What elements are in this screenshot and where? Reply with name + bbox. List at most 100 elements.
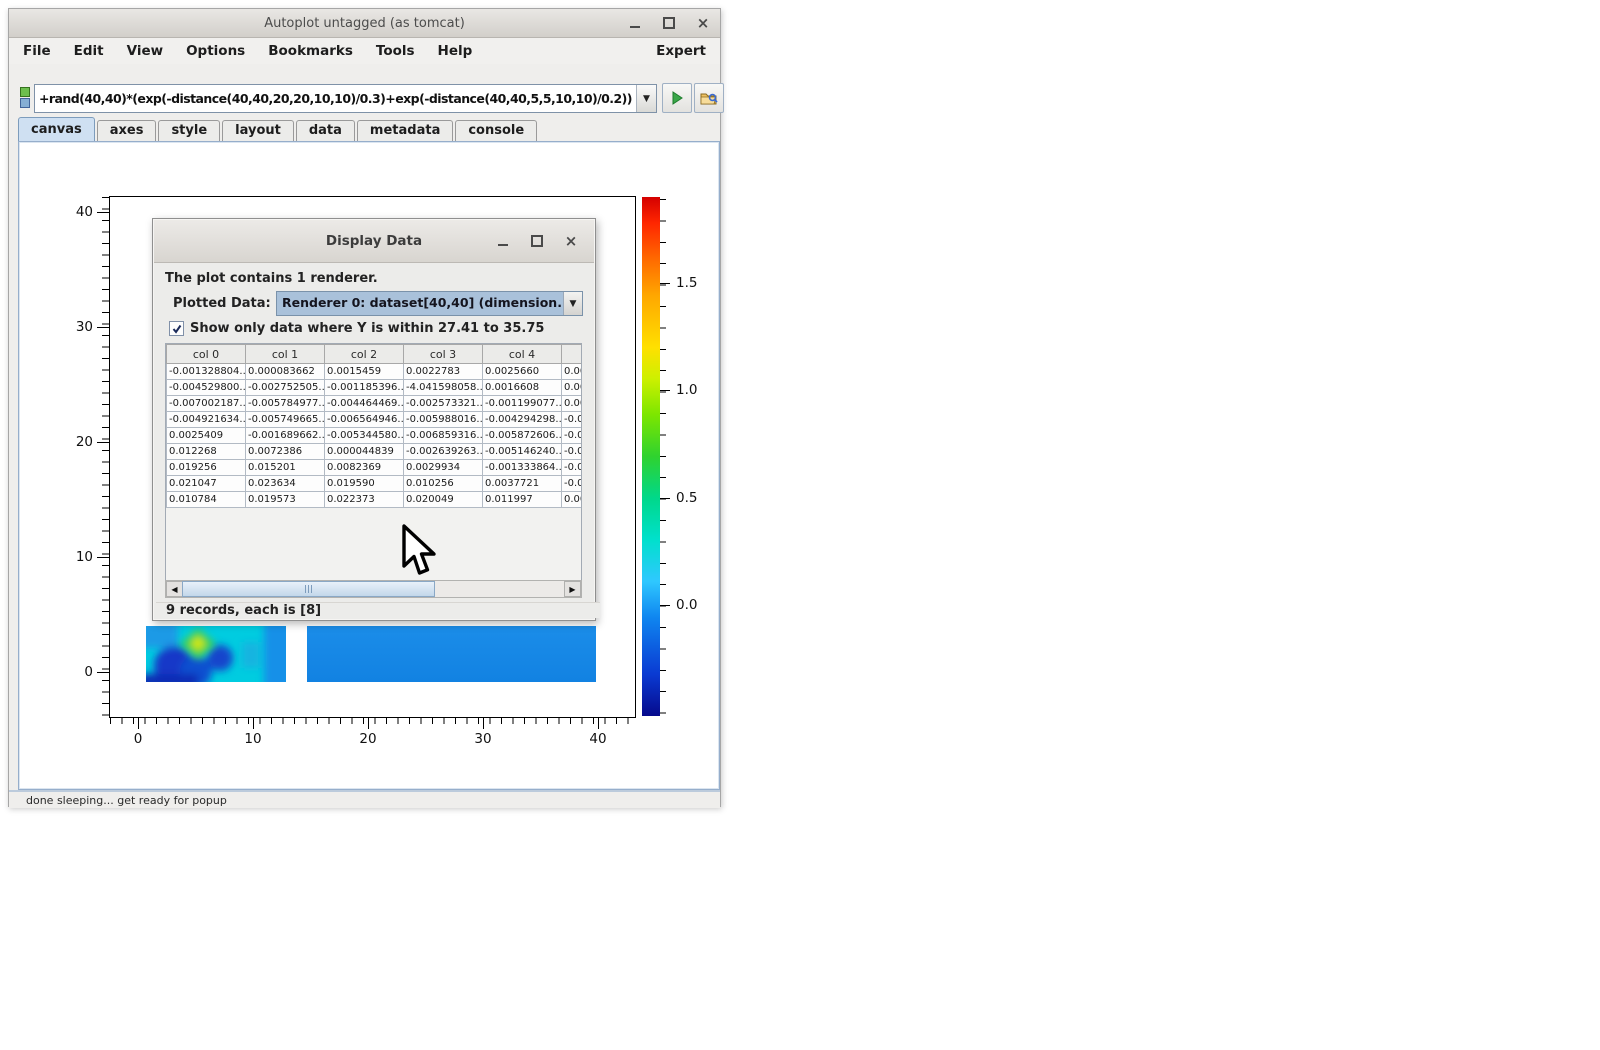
table-cell[interactable]: -0.005749665... (246, 412, 325, 428)
data-table-scrollpane[interactable]: col 0col 1col 2col 3col 4 -0.001328804..… (165, 343, 582, 582)
tab-data[interactable]: data (296, 120, 355, 141)
table-cell[interactable]: 0.021047 (167, 476, 246, 492)
table-col-header[interactable]: col 3 (404, 345, 483, 364)
menu-item-edit[interactable]: Edit (74, 43, 104, 59)
uri-dropdown-button[interactable]: ▼ (636, 85, 656, 112)
table-cell[interactable]: -0.005872606... (483, 428, 562, 444)
table-cell[interactable]: 0.022373 (325, 492, 404, 508)
scroll-right-icon[interactable]: ▶ (564, 581, 581, 597)
table-cell[interactable]: -0.005988016... (404, 412, 483, 428)
go-button[interactable] (662, 83, 692, 113)
table-cell[interactable]: -0.0 (562, 444, 583, 460)
table-cell[interactable]: 0.015201 (246, 460, 325, 476)
table-cell[interactable]: 0.0025409 (167, 428, 246, 444)
tab-style[interactable]: style (158, 120, 220, 141)
table-cell[interactable]: -0.005784977... (246, 396, 325, 412)
minimize-icon[interactable] (628, 16, 642, 30)
tab-layout[interactable]: layout (222, 120, 294, 141)
colorbar[interactable] (642, 197, 660, 716)
filter-checkbox[interactable] (169, 321, 184, 336)
mouse-cursor (401, 524, 437, 578)
table-cell[interactable]: -0.001333864... (483, 460, 562, 476)
table-cell[interactable]: -0.002752505... (246, 380, 325, 396)
table-cell[interactable]: 0.010784 (167, 492, 246, 508)
dialog-maximize-icon[interactable] (530, 234, 544, 248)
menu-item-bookmarks[interactable]: Bookmarks (268, 43, 353, 59)
table-col-header[interactable]: col 4 (483, 345, 562, 364)
table-cell[interactable]: 0.00 (562, 364, 583, 380)
browse-button[interactable] (694, 83, 724, 113)
table-cell[interactable]: -0.001689662... (246, 428, 325, 444)
table-cell[interactable]: -0.004294298... (483, 412, 562, 428)
menu-item-tools[interactable]: Tools (376, 43, 415, 59)
table-cell[interactable]: -0.0 (562, 428, 583, 444)
table-cell[interactable]: -0.0 (562, 460, 583, 476)
table-col-header[interactable]: col 0 (167, 345, 246, 364)
window-titlebar[interactable]: Autoplot untagged (as tomcat) × (9, 9, 720, 38)
table-cell[interactable]: 0.010256 (404, 476, 483, 492)
table-cell[interactable]: 0.0072386 (246, 444, 325, 460)
tab-axes[interactable]: axes (97, 120, 157, 141)
menu-item-help[interactable]: Help (438, 43, 473, 59)
table-cell[interactable]: -0.004464469... (325, 396, 404, 412)
tab-canvas[interactable]: canvas (18, 117, 95, 141)
table-cell[interactable]: 0.0016608 (483, 380, 562, 396)
table-cell[interactable]: -0.0 (562, 476, 583, 492)
table-cell[interactable]: 0.023634 (246, 476, 325, 492)
tab-metadata[interactable]: metadata (357, 120, 453, 141)
table-cell[interactable]: -0.005344580... (325, 428, 404, 444)
table-cell[interactable]: -0.001185396... (325, 380, 404, 396)
dialog-minimize-icon[interactable] (496, 234, 510, 248)
menu-item-file[interactable]: File (23, 43, 51, 59)
scroll-left-icon[interactable]: ◀ (166, 581, 183, 597)
menu-item-view[interactable]: View (127, 43, 163, 59)
table-cell[interactable]: 0.019590 (325, 476, 404, 492)
table-cell[interactable]: 0.0015459 (325, 364, 404, 380)
table-cell[interactable]: -0.007002187... (167, 396, 246, 412)
maximize-icon[interactable] (662, 16, 676, 30)
table-cell[interactable]: 0.000083662 (246, 364, 325, 380)
table-cell[interactable]: -0.002639263... (404, 444, 483, 460)
table-cell[interactable]: 0.000044839 (325, 444, 404, 460)
table-cell[interactable]: -0.005146240... (483, 444, 562, 460)
table-cell[interactable]: 0.00 (562, 380, 583, 396)
plotted-data-dropdown-button[interactable]: ▼ (563, 292, 582, 315)
scrollbar-thumb[interactable] (182, 581, 435, 597)
table-cell[interactable]: 0.0082369 (325, 460, 404, 476)
table-col-header[interactable]: col 2 (325, 345, 404, 364)
table-cell[interactable]: 0.0025660 (483, 364, 562, 380)
table-cell[interactable]: -0.001328804... (167, 364, 246, 380)
table-cell[interactable]: -0.002573321... (404, 396, 483, 412)
table-cell[interactable]: -0.0 (562, 412, 583, 428)
table-cell[interactable]: 0.019256 (167, 460, 246, 476)
y-major-tick (97, 327, 109, 328)
table-cell[interactable]: 0.012268 (167, 444, 246, 460)
table-cell[interactable]: -4.041598058... (404, 380, 483, 396)
table-cell[interactable]: 0.0022783 (404, 364, 483, 380)
plotted-data-combobox[interactable]: Renderer 0: dataset[40,40] (dimension...… (276, 291, 583, 316)
table-col-header[interactable]: col 1 (246, 345, 325, 364)
horizontal-scrollbar[interactable]: ◀ ▶ (165, 580, 582, 598)
table-cell[interactable]: 0.011997 (483, 492, 562, 508)
tab-console[interactable]: console (455, 120, 537, 141)
table-cell[interactable]: -0.006564946... (325, 412, 404, 428)
colorbar-tick-label: 0.0 (676, 597, 697, 613)
table-cell[interactable]: 0.020049 (404, 492, 483, 508)
x-major-tick (253, 717, 254, 729)
table-cell[interactable]: 0.0037721 (483, 476, 562, 492)
table-cell[interactable]: -0.006859316... (404, 428, 483, 444)
table-cell[interactable]: -0.001199077... (483, 396, 562, 412)
table-cell[interactable]: -0.004921634... (167, 412, 246, 428)
dialog-titlebar[interactable]: Display Data × (154, 220, 594, 263)
table-cell[interactable]: 0.00 (562, 396, 583, 412)
close-icon[interactable]: × (696, 16, 710, 30)
table-cell[interactable]: 0.00 (562, 492, 583, 508)
expert-toggle[interactable]: Expert (656, 43, 706, 59)
table-cell[interactable]: -0.004529800... (167, 380, 246, 396)
dialog-close-icon[interactable]: × (564, 234, 578, 248)
table-cell[interactable]: 0.0029934 (404, 460, 483, 476)
table-col-header[interactable] (562, 345, 583, 364)
uri-input[interactable] (35, 85, 636, 112)
menu-item-options[interactable]: Options (186, 43, 245, 59)
table-cell[interactable]: 0.019573 (246, 492, 325, 508)
